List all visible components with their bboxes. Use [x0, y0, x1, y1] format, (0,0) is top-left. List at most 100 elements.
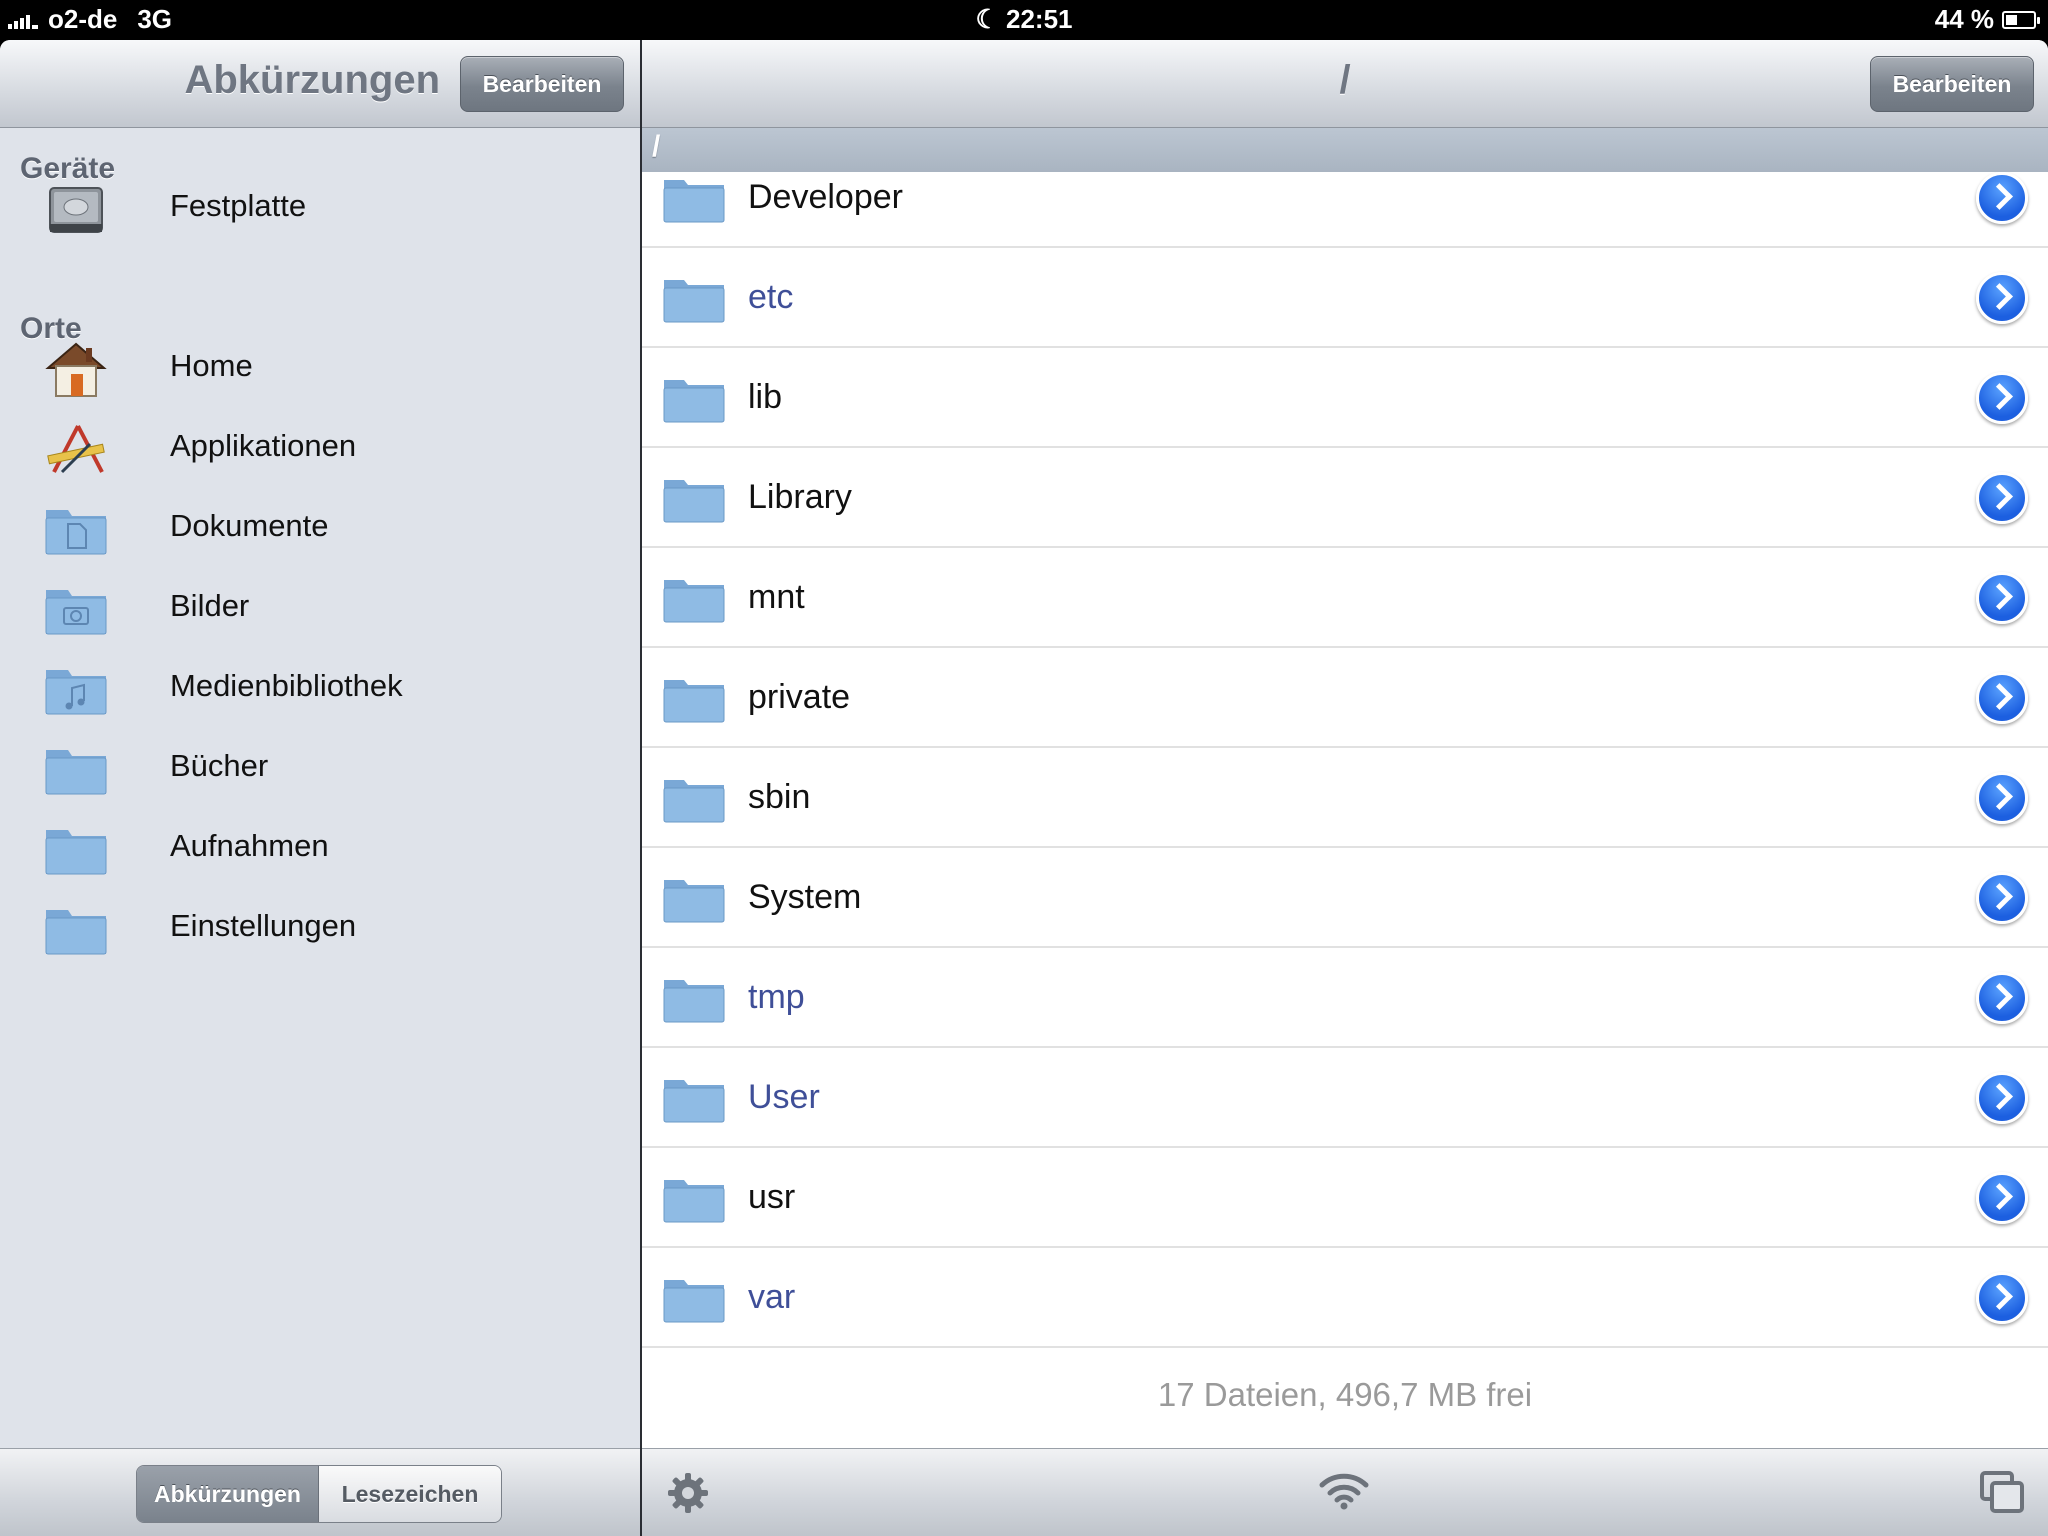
sidebar-item-label: Applikationen: [170, 428, 357, 463]
sidebar-item-label: Bilder: [170, 588, 250, 623]
segment-bookmarks[interactable]: Lesezeichen: [319, 1466, 501, 1522]
file-name: lib: [748, 378, 783, 416]
sidebar-item-einstellungen[interactable]: Einstellungen: [0, 888, 640, 968]
sidebar-item-bilder[interactable]: Bilder: [0, 568, 640, 648]
sidebar-item-label: Einstellungen: [170, 908, 357, 943]
folder-icon: [663, 280, 725, 323]
clock: 22:51: [1006, 4, 1073, 34]
sidebar-item-label: Dokumente: [170, 508, 329, 543]
folder-icon: [663, 480, 725, 523]
pictures-folder-icon: [45, 590, 107, 635]
file-name: private: [748, 678, 851, 716]
music-folder-icon: [45, 670, 107, 715]
sidebar: Abkürzungen Bearbeiten Geräte Festplatte…: [0, 40, 640, 1536]
folder-icon: [663, 980, 725, 1023]
file-name: Library: [748, 478, 852, 516]
browser-edit-button[interactable]: Bearbeiten: [1870, 56, 2034, 112]
disclosure-button[interactable]: [1976, 472, 2028, 524]
folder-icon: [45, 910, 107, 955]
browser-navbar: / Bearbeiten: [642, 40, 2048, 128]
file-row[interactable]: private: [642, 648, 2048, 748]
folder-icon: [663, 380, 725, 423]
disclosure-button[interactable]: [1976, 872, 2028, 924]
sidebar-item-festplatte[interactable]: Festplatte: [0, 168, 640, 248]
disclosure-button[interactable]: [1976, 1272, 2028, 1324]
folder-icon: [45, 750, 107, 795]
sidebar-navbar: Abkürzungen Bearbeiten: [0, 40, 640, 128]
folder-icon: [663, 780, 725, 823]
file-row[interactable]: mnt: [642, 548, 2048, 648]
sidebar-toolbar: Abkürzungen Lesezeichen: [0, 1448, 640, 1536]
folder-icon: [663, 680, 725, 723]
file-row[interactable]: var: [642, 1248, 2048, 1348]
file-name: var: [748, 1278, 796, 1316]
folder-icon: [663, 1180, 725, 1223]
moon-icon: ☾: [975, 4, 999, 34]
folder-icon: [663, 1280, 725, 1323]
disclosure-button[interactable]: [1976, 972, 2028, 1024]
folder-icon: [663, 880, 725, 923]
file-name: etc: [748, 278, 794, 316]
home-icon: [45, 342, 107, 397]
documents-folder-icon: [45, 510, 107, 555]
segmented-control: Abkürzungen Lesezeichen: [136, 1465, 502, 1523]
status-center: ☾ 22:51: [0, 4, 2048, 35]
gear-icon[interactable]: [666, 1471, 710, 1515]
sidebar-edit-button[interactable]: Bearbeiten: [460, 56, 624, 112]
sidebar-item-home[interactable]: Home: [0, 328, 640, 408]
sidebar-title: Abkürzungen: [184, 58, 440, 102]
sidebar-item-medienbibliothek[interactable]: Medienbibliothek: [0, 648, 640, 728]
file-row[interactable]: usr: [642, 1148, 2048, 1248]
file-list: Developer etc lib Library mnt private sb…: [642, 172, 2048, 1388]
windows-icon[interactable]: [1980, 1471, 2024, 1513]
disclosure-button[interactable]: [1976, 572, 2028, 624]
file-name: usr: [748, 1178, 796, 1216]
file-row[interactable]: lib: [642, 348, 2048, 448]
sidebar-item-label: Medienbibliothek: [170, 668, 403, 703]
file-name: System: [748, 878, 862, 916]
current-path: /: [652, 130, 661, 163]
file-name: Developer: [748, 178, 903, 216]
segment-shortcuts[interactable]: Abkürzungen: [137, 1466, 319, 1522]
battery-icon: [2002, 10, 2040, 29]
sidebar-item-buecher[interactable]: Bücher: [0, 728, 640, 808]
disclosure-button[interactable]: [1976, 372, 2028, 424]
status-right: 44 %: [1934, 4, 2040, 35]
folder-icon: [45, 830, 107, 875]
sidebar-item-applikationen[interactable]: Applikationen: [0, 408, 640, 488]
file-row[interactable]: tmp: [642, 948, 2048, 1048]
file-name: mnt: [748, 578, 805, 616]
path-header: /: [642, 128, 2048, 172]
disclosure-button[interactable]: [1976, 772, 2028, 824]
folder-icon: [663, 180, 725, 223]
battery-percent: 44 %: [1934, 4, 1994, 34]
disclosure-button[interactable]: [1976, 1072, 2028, 1124]
file-name: sbin: [748, 778, 811, 816]
hard-drive-icon: [49, 187, 103, 233]
file-row[interactable]: System: [642, 848, 2048, 948]
file-name: tmp: [748, 978, 805, 1016]
sidebar-item-aufnahmen[interactable]: Aufnahmen: [0, 808, 640, 888]
folder-icon: [663, 580, 725, 623]
sidebar-item-label: Festplatte: [170, 188, 307, 223]
disclosure-button[interactable]: [1976, 272, 2028, 324]
storage-summary: 17 Dateien, 496,7 MB frei: [1157, 1376, 1533, 1413]
file-row[interactable]: sbin: [642, 748, 2048, 848]
disclosure-button[interactable]: [1976, 172, 2028, 224]
sidebar-item-label: Aufnahmen: [170, 828, 329, 863]
browser-toolbar: [642, 1448, 2048, 1536]
sidebar-item-label: Home: [170, 348, 253, 383]
disclosure-button[interactable]: [1976, 672, 2028, 724]
file-name: User: [748, 1078, 820, 1116]
disclosure-button[interactable]: [1976, 1172, 2028, 1224]
status-bar: o2-de 3G ☾ 22:51 44 %: [0, 0, 2048, 40]
file-row[interactable]: Library: [642, 448, 2048, 548]
browser-title: /: [1339, 58, 1351, 102]
file-row[interactable]: User: [642, 1048, 2048, 1148]
file-row[interactable]: etc: [642, 248, 2048, 348]
wifi-icon[interactable]: [1318, 1471, 1370, 1511]
folder-icon: [663, 1080, 725, 1123]
sidebar-item-dokumente[interactable]: Dokumente: [0, 488, 640, 568]
file-row[interactable]: Developer: [642, 172, 2048, 248]
applications-icon: [47, 425, 105, 474]
